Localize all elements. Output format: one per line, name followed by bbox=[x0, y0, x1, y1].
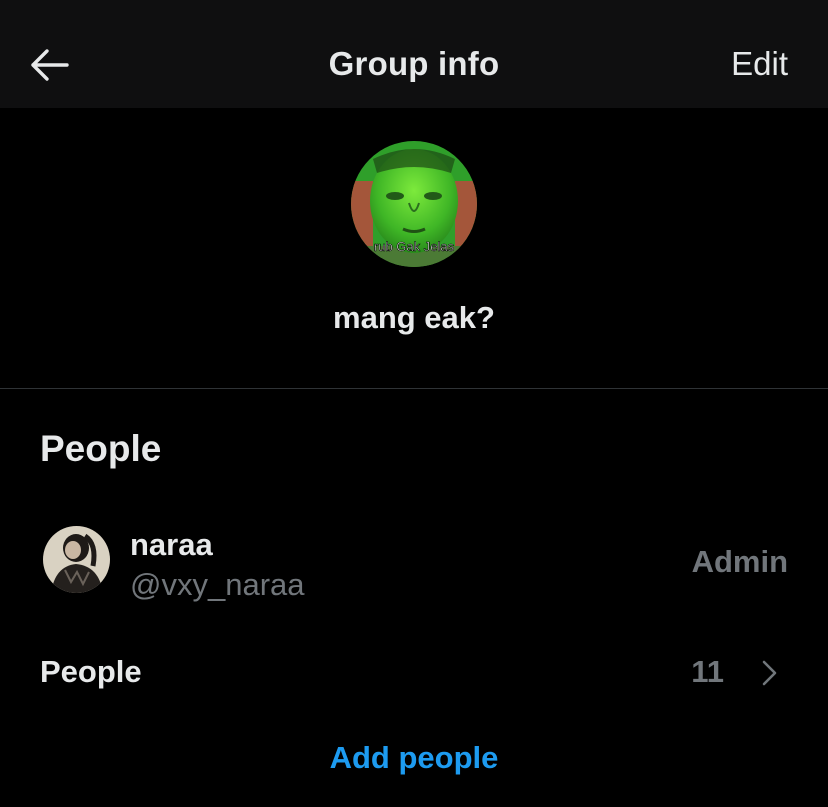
edit-button[interactable]: Edit bbox=[731, 45, 788, 83]
people-row-label: People bbox=[40, 654, 142, 689]
group-avatar-image: rub Gak Jelas bbox=[351, 141, 477, 267]
page-title: Group info bbox=[328, 45, 500, 82]
chevron-right-icon bbox=[762, 660, 777, 686]
member-name: naraa bbox=[130, 527, 213, 562]
group-avatar-caption: rub Gak Jelas bbox=[374, 239, 455, 254]
avatar bbox=[43, 526, 110, 593]
member-handle: @vxy_naraa bbox=[130, 567, 305, 602]
people-count: 11 bbox=[691, 654, 724, 689]
member-role-badge: Admin bbox=[691, 544, 788, 579]
group-avatar[interactable]: rub Gak Jelas bbox=[351, 141, 477, 267]
divider bbox=[0, 388, 828, 389]
people-count-row[interactable]: People 11 bbox=[0, 640, 828, 704]
member-row[interactable]: naraa @vxy_naraa Admin bbox=[0, 512, 828, 612]
people-section-title: People bbox=[40, 428, 162, 469]
member-avatar-image bbox=[43, 526, 110, 593]
group-name: mang eak? bbox=[333, 300, 495, 335]
top-bar: Group info Edit bbox=[0, 0, 828, 108]
add-people-button[interactable]: Add people bbox=[0, 740, 828, 776]
